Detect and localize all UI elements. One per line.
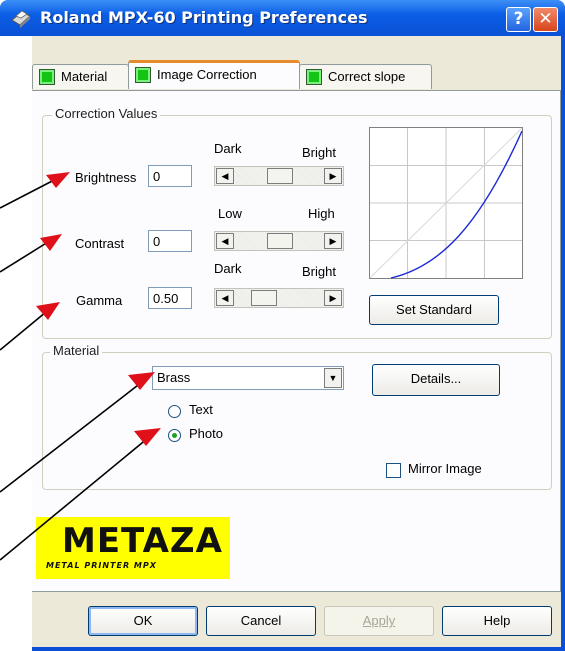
ok-button[interactable]: OK	[88, 606, 198, 636]
correction-values-title: Correction Values	[52, 106, 161, 121]
brightness-low-label: Dark	[214, 141, 242, 156]
brightness-slider[interactable]: ◀ ▶	[214, 166, 344, 186]
tab-image-correction[interactable]: Image Correction	[128, 60, 300, 89]
radio-selected-dot	[172, 433, 177, 438]
set-standard-button[interactable]: Set Standard	[369, 295, 499, 325]
brightness-slider-thumb[interactable]	[267, 168, 293, 184]
green-status-icon	[306, 69, 322, 85]
scroll-left-icon[interactable]: ◀	[216, 233, 234, 249]
tab-label: Correct slope	[328, 69, 406, 84]
help-button[interactable]: Help	[442, 606, 552, 636]
details-button[interactable]: Details...	[372, 364, 500, 396]
radio-photo-label: Photo	[189, 426, 223, 441]
tab-label: Material	[61, 69, 108, 84]
correction-curve-preview	[369, 127, 523, 279]
scroll-right-icon[interactable]: ▶	[324, 168, 342, 184]
mirror-image-checkbox[interactable]	[386, 463, 401, 478]
gamma-input[interactable]: 0.50	[148, 287, 192, 309]
green-status-icon	[39, 69, 55, 85]
contrast-low-label: Low	[218, 206, 242, 221]
cancel-button[interactable]: Cancel	[206, 606, 316, 636]
tab-correct-slope[interactable]: Correct slope	[299, 64, 432, 89]
mirror-image-label: Mirror Image	[408, 461, 482, 476]
scroll-right-icon[interactable]: ▶	[324, 233, 342, 249]
brightness-label: Brightness	[75, 170, 137, 185]
gamma-slider-thumb[interactable]	[250, 290, 277, 306]
gamma-label: Gamma	[76, 293, 123, 308]
close-button[interactable]: ✕	[533, 7, 558, 32]
scroll-left-icon[interactable]: ◀	[216, 290, 234, 306]
window-title: Roland MPX-60 Printing Preferences	[40, 8, 368, 27]
contrast-label: Contrast	[75, 236, 125, 251]
brightness-high-label: Bright	[302, 145, 336, 160]
logo-wordmark: METAZA	[62, 521, 223, 561]
material-group-title: Material	[50, 343, 103, 358]
title-bar[interactable]: Roland MPX-60 Printing Preferences ? ✕	[0, 0, 565, 36]
radio-photo[interactable]	[168, 429, 181, 442]
contrast-input[interactable]: 0	[148, 230, 192, 252]
apply-button-label: Apply	[362, 613, 396, 628]
contrast-high-label: High	[308, 206, 335, 221]
contrast-slider-thumb[interactable]	[267, 233, 293, 249]
scroll-right-icon[interactable]: ▶	[324, 290, 342, 306]
contrast-slider[interactable]: ◀ ▶	[214, 231, 344, 251]
radio-text[interactable]	[168, 405, 181, 418]
material-select-value: Brass	[157, 370, 191, 385]
gamma-low-label: Dark	[214, 261, 242, 276]
gamma-slider[interactable]: ◀ ▶	[214, 288, 344, 308]
dialog-window: Roland MPX-60 Printing Preferences ? ✕ M…	[0, 0, 565, 651]
chevron-down-icon[interactable]: ▼	[324, 368, 342, 388]
tab-material[interactable]: Material	[32, 64, 129, 89]
help-title-button[interactable]: ?	[506, 7, 531, 32]
scroll-left-icon[interactable]: ◀	[216, 168, 234, 184]
metaza-logo: METAZA METAL PRINTER MPX	[36, 517, 230, 579]
gamma-high-label: Bright	[302, 264, 336, 279]
radio-text-label: Text	[189, 402, 213, 417]
apply-button[interactable]: Apply	[324, 606, 434, 636]
printer-icon	[11, 10, 31, 28]
brightness-input[interactable]: 0	[148, 165, 192, 187]
logo-tagline: METAL PRINTER MPX	[46, 561, 157, 570]
green-status-icon	[135, 67, 151, 83]
tab-label: Image Correction	[157, 67, 257, 82]
material-select[interactable]: Brass ▼	[152, 366, 344, 390]
